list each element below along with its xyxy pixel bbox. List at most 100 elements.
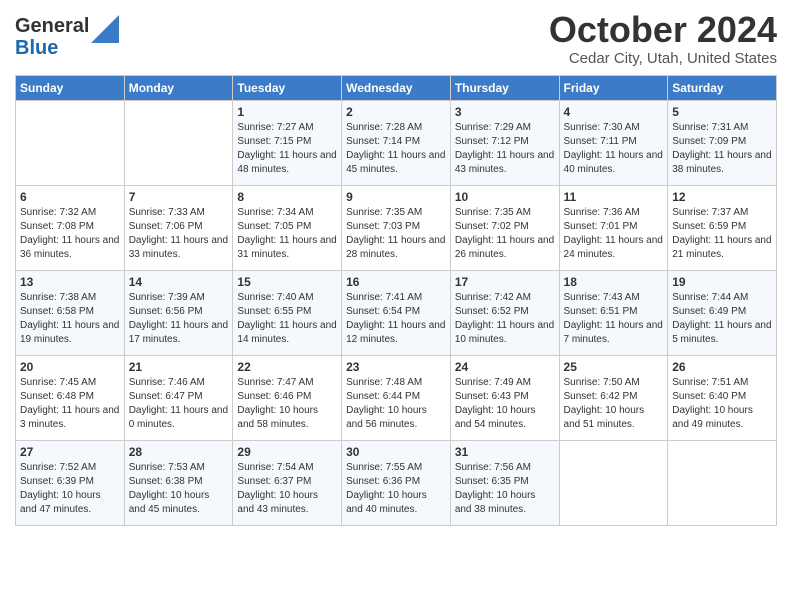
day-number: 14 — [129, 275, 229, 289]
calendar-cell: 6Sunrise: 7:32 AM Sunset: 7:08 PM Daylig… — [16, 185, 125, 270]
day-info: Sunrise: 7:39 AM Sunset: 6:56 PM Dayligh… — [129, 291, 229, 347]
day-number: 31 — [455, 445, 555, 459]
day-number: 27 — [20, 445, 120, 459]
col-header-thursday: Thursday — [450, 75, 559, 100]
calendar-cell: 4 Sunrise: 7:30 AM Sunset: 7:11 PM Daylig… — [559, 100, 668, 185]
day-info: Sunrise: 7:36 AM Sunset: 7:01 PM Dayligh… — [564, 206, 664, 262]
day-info: Sunrise: 7:48 AM Sunset: 6:44 PM Dayligh… — [346, 376, 446, 432]
day-number: 2 — [346, 105, 446, 119]
logo-blue-text: Blue — [15, 37, 58, 59]
day-number: 15 — [237, 275, 337, 289]
day-info: Sunrise: 7:34 AM Sunset: 7:05 PM Dayligh… — [237, 206, 337, 262]
calendar-cell — [16, 100, 125, 185]
calendar-cell: 21 Sunrise: 7:46 AM Sunset: 6:47 PM Dayli… — [124, 355, 233, 440]
day-info: Sunrise: 7:54 AM Sunset: 6:37 PM Dayligh… — [237, 461, 337, 517]
day-number: 25 — [564, 360, 664, 374]
calendar-cell: 11 Sunrise: 7:36 AM Sunset: 7:01 PM Dayli… — [559, 185, 668, 270]
day-info: Sunrise: 7:40 AM Sunset: 6:55 PM Dayligh… — [237, 291, 337, 347]
day-info: Sunrise: 7:51 AM Sunset: 6:40 PM Dayligh… — [672, 376, 772, 432]
day-number: 3 — [455, 105, 555, 119]
day-number: 7 — [129, 190, 229, 204]
calendar-cell: 7Sunrise: 7:33 AM Sunset: 7:06 PM Daylig… — [124, 185, 233, 270]
col-header-sunday: Sunday — [16, 75, 125, 100]
header: General Blue October 2024 Cedar City, Ut… — [15, 10, 777, 67]
day-number: 22 — [237, 360, 337, 374]
day-info: Sunrise: 7:44 AM Sunset: 6:49 PM Dayligh… — [672, 291, 772, 347]
day-number: 30 — [346, 445, 446, 459]
day-number: 13 — [20, 275, 120, 289]
day-number: 6 — [20, 190, 120, 204]
location-title: Cedar City, Utah, United States — [549, 50, 777, 67]
day-info: Sunrise: 7:29 AM Sunset: 7:12 PM Dayligh… — [455, 121, 555, 177]
calendar-cell — [559, 440, 668, 525]
day-info: Sunrise: 7:28 AM Sunset: 7:14 PM Dayligh… — [346, 121, 446, 177]
day-number: 11 — [564, 190, 664, 204]
day-info: Sunrise: 7:30 AM Sunset: 7:11 PM Dayligh… — [564, 121, 664, 177]
calendar-cell: 15 Sunrise: 7:40 AM Sunset: 6:55 PM Dayli… — [233, 270, 342, 355]
logo: General Blue — [15, 10, 119, 59]
day-info: Sunrise: 7:56 AM Sunset: 6:35 PM Dayligh… — [455, 461, 555, 517]
col-header-wednesday: Wednesday — [342, 75, 451, 100]
calendar-cell: 13 Sunrise: 7:38 AM Sunset: 6:58 PM Dayli… — [16, 270, 125, 355]
calendar-cell: 10Sunrise: 7:35 AM Sunset: 7:02 PM Dayli… — [450, 185, 559, 270]
day-number: 26 — [672, 360, 772, 374]
col-header-friday: Friday — [559, 75, 668, 100]
day-info: Sunrise: 7:43 AM Sunset: 6:51 PM Dayligh… — [564, 291, 664, 347]
calendar-cell: 14 Sunrise: 7:39 AM Sunset: 6:56 PM Dayli… — [124, 270, 233, 355]
calendar-cell: 5Sunrise: 7:31 AM Sunset: 7:09 PM Daylig… — [668, 100, 777, 185]
day-info: Sunrise: 7:37 AM Sunset: 6:59 PM Dayligh… — [672, 206, 772, 262]
calendar-cell: 3 Sunrise: 7:29 AM Sunset: 7:12 PM Daylig… — [450, 100, 559, 185]
day-info: Sunrise: 7:50 AM Sunset: 6:42 PM Dayligh… — [564, 376, 664, 432]
day-number: 16 — [346, 275, 446, 289]
logo-general-text: General — [15, 15, 89, 37]
calendar-cell: 31 Sunrise: 7:56 AM Sunset: 6:35 PM Dayli… — [450, 440, 559, 525]
day-number: 24 — [455, 360, 555, 374]
calendar-table: SundayMondayTuesdayWednesdayThursdayFrid… — [15, 75, 777, 526]
day-number: 20 — [20, 360, 120, 374]
day-info: Sunrise: 7:42 AM Sunset: 6:52 PM Dayligh… — [455, 291, 555, 347]
calendar-cell: 12 Sunrise: 7:37 AM Sunset: 6:59 PM Dayli… — [668, 185, 777, 270]
day-info: Sunrise: 7:46 AM Sunset: 6:47 PM Dayligh… — [129, 376, 229, 432]
day-info: Sunrise: 7:41 AM Sunset: 6:54 PM Dayligh… — [346, 291, 446, 347]
day-number: 12 — [672, 190, 772, 204]
calendar-cell: 9 Sunrise: 7:35 AM Sunset: 7:03 PM Daylig… — [342, 185, 451, 270]
title-area: October 2024 Cedar City, Utah, United St… — [549, 10, 777, 67]
day-info: Sunrise: 7:55 AM Sunset: 6:36 PM Dayligh… — [346, 461, 446, 517]
day-number: 23 — [346, 360, 446, 374]
day-info: Sunrise: 7:53 AM Sunset: 6:38 PM Dayligh… — [129, 461, 229, 517]
logo-icon — [91, 15, 119, 43]
calendar-cell: 18Sunrise: 7:43 AM Sunset: 6:51 PM Dayli… — [559, 270, 668, 355]
col-header-saturday: Saturday — [668, 75, 777, 100]
day-info: Sunrise: 7:45 AM Sunset: 6:48 PM Dayligh… — [20, 376, 120, 432]
day-number: 28 — [129, 445, 229, 459]
calendar-cell: 20 Sunrise: 7:45 AM Sunset: 6:48 PM Dayli… — [16, 355, 125, 440]
calendar-cell: 25 Sunrise: 7:50 AM Sunset: 6:42 PM Dayli… — [559, 355, 668, 440]
calendar-cell: 2 Sunrise: 7:28 AM Sunset: 7:14 PM Daylig… — [342, 100, 451, 185]
calendar-cell — [668, 440, 777, 525]
day-info: Sunrise: 7:27 AM Sunset: 7:15 PM Dayligh… — [237, 121, 337, 177]
calendar-week-3: 13 Sunrise: 7:38 AM Sunset: 6:58 PM Dayli… — [16, 270, 777, 355]
calendar-cell: 1Sunrise: 7:27 AM Sunset: 7:15 PM Daylig… — [233, 100, 342, 185]
calendar-cell: 8Sunrise: 7:34 AM Sunset: 7:05 PM Daylig… — [233, 185, 342, 270]
calendar-cell — [124, 100, 233, 185]
day-info: Sunrise: 7:49 AM Sunset: 6:43 PM Dayligh… — [455, 376, 555, 432]
day-number: 4 — [564, 105, 664, 119]
day-info: Sunrise: 7:35 AM Sunset: 7:03 PM Dayligh… — [346, 206, 446, 262]
calendar-week-2: 6Sunrise: 7:32 AM Sunset: 7:08 PM Daylig… — [16, 185, 777, 270]
col-header-tuesday: Tuesday — [233, 75, 342, 100]
day-info: Sunrise: 7:35 AM Sunset: 7:02 PM Dayligh… — [455, 206, 555, 262]
calendar-week-5: 27Sunrise: 7:52 AM Sunset: 6:39 PM Dayli… — [16, 440, 777, 525]
day-info: Sunrise: 7:47 AM Sunset: 6:46 PM Dayligh… — [237, 376, 337, 432]
day-number: 9 — [346, 190, 446, 204]
calendar-cell: 27Sunrise: 7:52 AM Sunset: 6:39 PM Dayli… — [16, 440, 125, 525]
calendar-week-1: 1Sunrise: 7:27 AM Sunset: 7:15 PM Daylig… — [16, 100, 777, 185]
day-info: Sunrise: 7:31 AM Sunset: 7:09 PM Dayligh… — [672, 121, 772, 177]
day-number: 21 — [129, 360, 229, 374]
calendar-cell: 22 Sunrise: 7:47 AM Sunset: 6:46 PM Dayli… — [233, 355, 342, 440]
day-info: Sunrise: 7:38 AM Sunset: 6:58 PM Dayligh… — [20, 291, 120, 347]
month-title: October 2024 — [549, 10, 777, 50]
calendar-cell: 28 Sunrise: 7:53 AM Sunset: 6:38 PM Dayli… — [124, 440, 233, 525]
col-header-monday: Monday — [124, 75, 233, 100]
calendar-cell: 29Sunrise: 7:54 AM Sunset: 6:37 PM Dayli… — [233, 440, 342, 525]
day-number: 17 — [455, 275, 555, 289]
